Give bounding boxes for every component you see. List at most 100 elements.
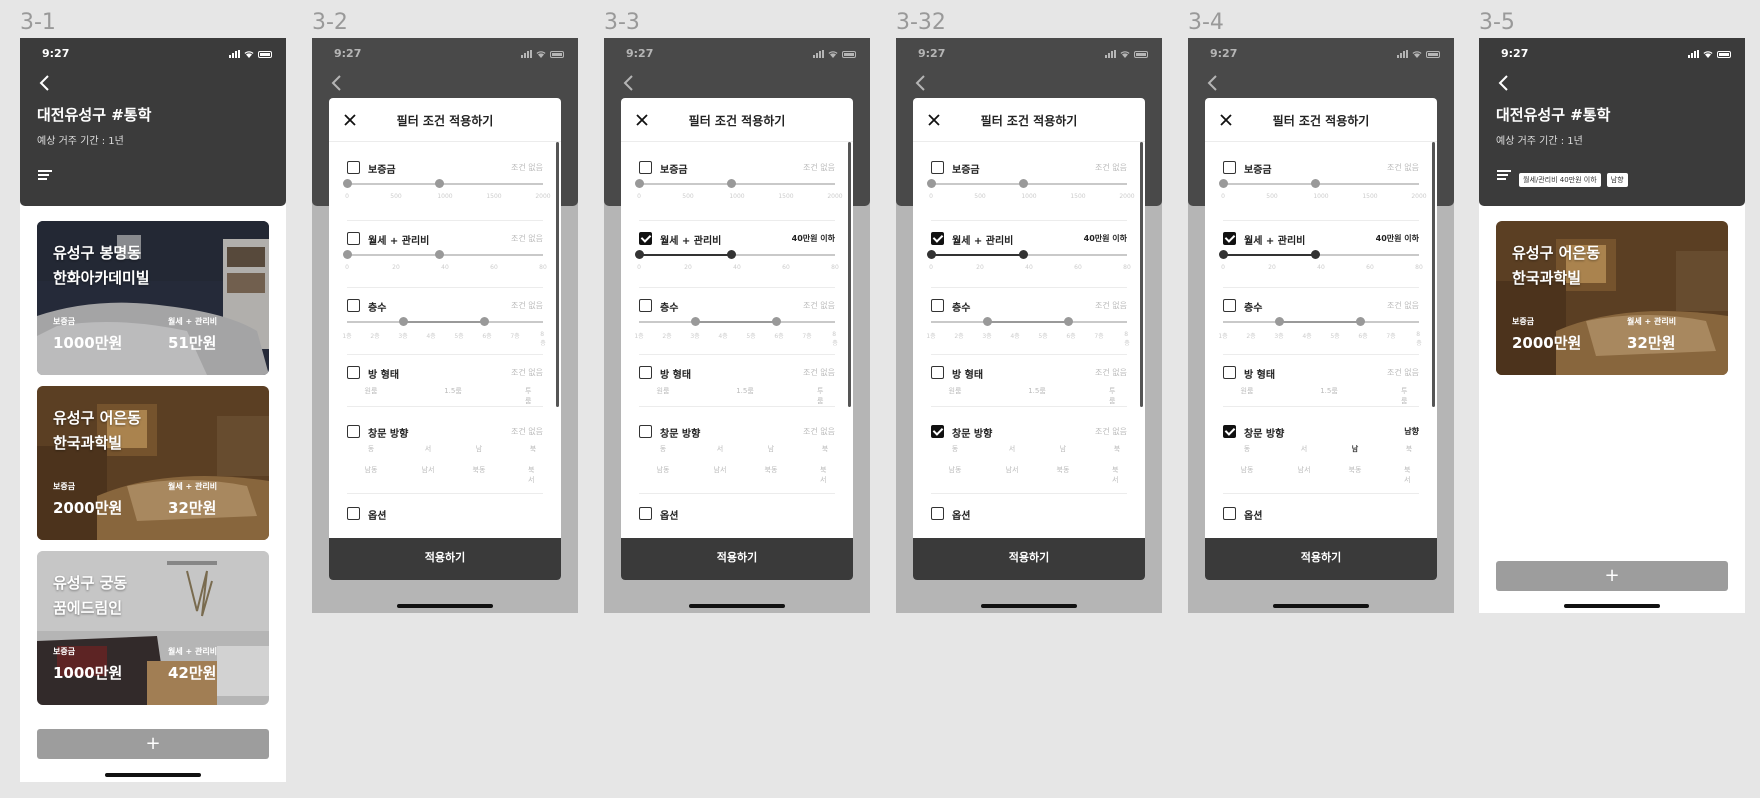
checkbox-floor[interactable]: [347, 299, 360, 312]
slider-handle[interactable]: [1064, 317, 1073, 326]
window-option[interactable]: 북: [530, 444, 536, 454]
window-option[interactable]: 북: [1114, 444, 1120, 454]
slider-handle[interactable]: [1219, 250, 1228, 259]
filter-menu-icon[interactable]: [1497, 170, 1511, 180]
window-option[interactable]: 북동: [765, 465, 778, 475]
window-option[interactable]: 북서: [1404, 465, 1414, 485]
window-option[interactable]: 북서: [1112, 465, 1122, 485]
checkbox-deposit[interactable]: [1223, 161, 1236, 174]
checkbox-rent[interactable]: [639, 232, 652, 245]
window-option[interactable]: 남: [1060, 444, 1066, 454]
room-type-option[interactable]: 원룸: [1241, 386, 1254, 396]
slider-handle[interactable]: [772, 317, 781, 326]
room-type-option[interactable]: 원룸: [657, 386, 670, 396]
listing-card[interactable]: 유성구 궁동 꿈에드림인 보증금 1000만원 월세 + 관리비 42만원: [37, 551, 269, 705]
window-option[interactable]: 북서: [820, 465, 830, 485]
checkbox-window[interactable]: [639, 425, 652, 438]
window-option[interactable]: 동: [1244, 444, 1250, 454]
slider-handle[interactable]: [480, 317, 489, 326]
window-option[interactable]: 북동: [473, 465, 486, 475]
window-option[interactable]: 남: [476, 444, 482, 454]
room-type-option[interactable]: 투룸: [1401, 386, 1413, 406]
window-option[interactable]: 남: [1352, 444, 1358, 454]
checkbox-room-type[interactable]: [1223, 366, 1236, 379]
filter-chip-rent[interactable]: 월세/관리비 40만원 이하: [1519, 172, 1601, 187]
checkbox-room-type[interactable]: [639, 366, 652, 379]
window-option[interactable]: 서: [717, 444, 723, 454]
filter-chip-window[interactable]: 남향: [1606, 172, 1628, 187]
window-option[interactable]: 동: [368, 444, 374, 454]
apply-button[interactable]: 적용하기: [913, 538, 1145, 580]
checkbox-option[interactable]: [347, 507, 360, 520]
room-type-option[interactable]: 1.5룸: [1320, 386, 1338, 396]
add-button[interactable]: +: [37, 729, 269, 759]
window-option[interactable]: 남동: [365, 465, 378, 475]
apply-button[interactable]: 적용하기: [329, 538, 561, 580]
slider-handle[interactable]: [435, 250, 444, 259]
slider-handle[interactable]: [435, 179, 444, 188]
slider-handle[interactable]: [1356, 317, 1365, 326]
window-option[interactable]: 북: [1406, 444, 1412, 454]
listing-card[interactable]: 유성구 어은동 한국과학빌 보증금 2000만원 월세 + 관리비 32만원: [1496, 221, 1728, 375]
apply-button[interactable]: 적용하기: [621, 538, 853, 580]
floor-slider[interactable]: [1223, 317, 1419, 326]
deposit-slider[interactable]: [343, 179, 543, 188]
window-option[interactable]: 서: [425, 444, 431, 454]
filter-menu-icon[interactable]: [38, 170, 52, 180]
room-type-option[interactable]: 1.5룸: [444, 386, 462, 396]
window-option[interactable]: 남동: [949, 465, 962, 475]
slider-handle[interactable]: [635, 179, 644, 188]
window-option[interactable]: 북: [822, 444, 828, 454]
floor-slider[interactable]: [931, 317, 1127, 326]
checkbox-rent[interactable]: [931, 232, 944, 245]
window-option[interactable]: 동: [660, 444, 666, 454]
apply-button[interactable]: 적용하기: [1205, 538, 1437, 580]
window-option[interactable]: 남동: [1241, 465, 1254, 475]
window-option[interactable]: 남: [768, 444, 774, 454]
checkbox-option[interactable]: [1223, 507, 1236, 520]
checkbox-deposit[interactable]: [639, 161, 652, 174]
window-option[interactable]: 남서: [1298, 465, 1311, 475]
slider-handle[interactable]: [927, 250, 936, 259]
room-type-option[interactable]: 원룸: [365, 386, 378, 396]
rent-slider[interactable]: [635, 250, 835, 259]
slider-handle[interactable]: [727, 179, 736, 188]
checkbox-deposit[interactable]: [347, 161, 360, 174]
slider-handle[interactable]: [343, 250, 352, 259]
slider-handle[interactable]: [691, 317, 700, 326]
deposit-slider[interactable]: [1219, 179, 1419, 188]
window-option[interactable]: 남서: [714, 465, 727, 475]
slider-handle[interactable]: [1311, 179, 1320, 188]
listing-card[interactable]: 유성구 봉명동 한화아카데미빌 보증금 1000만원 월세 + 관리비 51만원: [37, 221, 269, 375]
checkbox-window[interactable]: [1223, 425, 1236, 438]
floor-slider[interactable]: [639, 317, 835, 326]
window-option[interactable]: 북동: [1349, 465, 1362, 475]
deposit-slider[interactable]: [635, 179, 835, 188]
checkbox-room-type[interactable]: [347, 366, 360, 379]
deposit-slider[interactable]: [927, 179, 1127, 188]
slider-handle[interactable]: [927, 179, 936, 188]
checkbox-option[interactable]: [639, 507, 652, 520]
floor-slider[interactable]: [347, 317, 543, 326]
window-option[interactable]: 동: [952, 444, 958, 454]
window-option[interactable]: 서: [1009, 444, 1015, 454]
slider-handle[interactable]: [1311, 250, 1320, 259]
checkbox-floor[interactable]: [639, 299, 652, 312]
slider-handle[interactable]: [1219, 179, 1228, 188]
slider-handle[interactable]: [1275, 317, 1284, 326]
back-arrow-icon[interactable]: [1497, 74, 1511, 92]
room-type-option[interactable]: 1.5룸: [736, 386, 754, 396]
add-button[interactable]: +: [1496, 561, 1728, 591]
window-option[interactable]: 서: [1301, 444, 1307, 454]
slider-handle[interactable]: [399, 317, 408, 326]
window-option[interactable]: 남동: [657, 465, 670, 475]
window-option[interactable]: 북동: [1057, 465, 1070, 475]
room-type-option[interactable]: 투룸: [525, 386, 537, 406]
slider-handle[interactable]: [1019, 250, 1028, 259]
slider-handle[interactable]: [635, 250, 644, 259]
slider-handle[interactable]: [1019, 179, 1028, 188]
checkbox-window[interactable]: [347, 425, 360, 438]
slider-handle[interactable]: [983, 317, 992, 326]
checkbox-floor[interactable]: [1223, 299, 1236, 312]
room-type-option[interactable]: 1.5룸: [1028, 386, 1046, 396]
